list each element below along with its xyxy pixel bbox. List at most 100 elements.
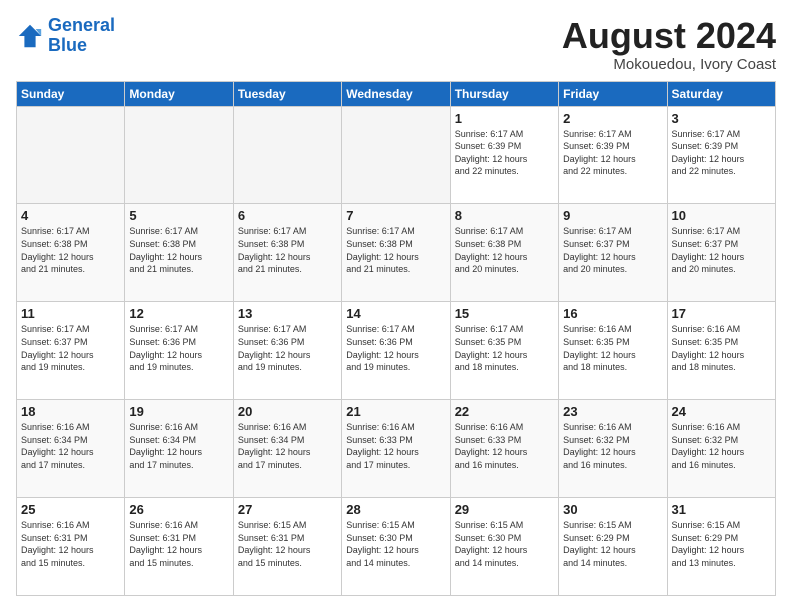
day-info: Sunrise: 6:16 AM Sunset: 6:34 PM Dayligh… [21, 421, 120, 471]
day-number: 23 [563, 404, 662, 419]
day-info: Sunrise: 6:17 AM Sunset: 6:35 PM Dayligh… [455, 323, 554, 373]
day-number: 28 [346, 502, 445, 517]
calendar-cell: 20 Sunrise: 6:16 AM Sunset: 6:34 PM Dayli… [233, 400, 341, 498]
day-info: Sunrise: 6:17 AM Sunset: 6:38 PM Dayligh… [346, 225, 445, 275]
calendar-cell: 3 Sunrise: 6:17 AM Sunset: 6:39 PM Daylig… [667, 106, 775, 204]
calendar-cell: 5 Sunrise: 6:17 AM Sunset: 6:38 PM Daylig… [125, 204, 233, 302]
day-number: 31 [672, 502, 771, 517]
calendar-cell: 21Sunrise: 6:16 AM Sunset: 6:33 PM Dayli… [342, 400, 450, 498]
calendar-cell: 16Sunrise: 6:16 AM Sunset: 6:35 PM Dayli… [559, 302, 667, 400]
calendar-cell: 19 Sunrise: 6:16 AM Sunset: 6:34 PM Dayli… [125, 400, 233, 498]
calendar-cell: 26 Sunrise: 6:16 AM Sunset: 6:31 PM Dayli… [125, 498, 233, 596]
calendar-cell: 10 Sunrise: 6:17 AM Sunset: 6:37 PM Dayli… [667, 204, 775, 302]
col-header-monday: Monday [125, 81, 233, 106]
calendar-week-3: 11 Sunrise: 6:17 AM Sunset: 6:37 PM Dayli… [17, 302, 776, 400]
calendar-cell: 25Sunrise: 6:16 AM Sunset: 6:31 PM Dayli… [17, 498, 125, 596]
logo: General Blue [16, 16, 115, 56]
day-info: Sunrise: 6:17 AM Sunset: 6:39 PM Dayligh… [563, 128, 662, 178]
col-header-wednesday: Wednesday [342, 81, 450, 106]
col-header-saturday: Saturday [667, 81, 775, 106]
calendar-cell: 6 Sunrise: 6:17 AM Sunset: 6:38 PM Daylig… [233, 204, 341, 302]
calendar-cell [233, 106, 341, 204]
calendar-cell: 28 Sunrise: 6:15 AM Sunset: 6:30 PM Dayli… [342, 498, 450, 596]
day-number: 18 [21, 404, 120, 419]
day-number: 30 [563, 502, 662, 517]
day-info: Sunrise: 6:15 AM Sunset: 6:29 PM Dayligh… [672, 519, 771, 569]
day-number: 4 [21, 208, 120, 223]
calendar-week-4: 18 Sunrise: 6:16 AM Sunset: 6:34 PM Dayli… [17, 400, 776, 498]
day-info: Sunrise: 6:16 AM Sunset: 6:33 PM Dayligh… [455, 421, 554, 471]
day-number: 13 [238, 306, 337, 321]
calendar-cell: 1Sunrise: 6:17 AM Sunset: 6:39 PM Daylig… [450, 106, 558, 204]
day-number: 17 [672, 306, 771, 321]
day-number: 20 [238, 404, 337, 419]
day-info: Sunrise: 6:17 AM Sunset: 6:37 PM Dayligh… [21, 323, 120, 373]
day-info: Sunrise: 6:17 AM Sunset: 6:38 PM Dayligh… [21, 225, 120, 275]
logo-icon [16, 22, 44, 50]
calendar-cell: 9Sunrise: 6:17 AM Sunset: 6:37 PM Daylig… [559, 204, 667, 302]
calendar-cell: 24Sunrise: 6:16 AM Sunset: 6:32 PM Dayli… [667, 400, 775, 498]
day-info: Sunrise: 6:17 AM Sunset: 6:38 PM Dayligh… [129, 225, 228, 275]
day-number: 11 [21, 306, 120, 321]
day-number: 24 [672, 404, 771, 419]
day-info: Sunrise: 6:17 AM Sunset: 6:39 PM Dayligh… [672, 128, 771, 178]
calendar-cell: 8 Sunrise: 6:17 AM Sunset: 6:38 PM Daylig… [450, 204, 558, 302]
calendar-cell: 11 Sunrise: 6:17 AM Sunset: 6:37 PM Dayli… [17, 302, 125, 400]
day-info: Sunrise: 6:17 AM Sunset: 6:38 PM Dayligh… [455, 225, 554, 275]
day-number: 26 [129, 502, 228, 517]
calendar-cell [125, 106, 233, 204]
day-number: 2 [563, 111, 662, 126]
day-number: 6 [238, 208, 337, 223]
calendar-cell: 13 Sunrise: 6:17 AM Sunset: 6:36 PM Dayli… [233, 302, 341, 400]
day-info: Sunrise: 6:16 AM Sunset: 6:34 PM Dayligh… [238, 421, 337, 471]
day-number: 19 [129, 404, 228, 419]
calendar-cell [342, 106, 450, 204]
title-block: August 2024 Mokouedou, Ivory Coast [562, 16, 776, 73]
day-info: Sunrise: 6:16 AM Sunset: 6:31 PM Dayligh… [21, 519, 120, 569]
calendar-cell: 12 Sunrise: 6:17 AM Sunset: 6:36 PM Dayli… [125, 302, 233, 400]
day-number: 22 [455, 404, 554, 419]
calendar-cell: 4 Sunrise: 6:17 AM Sunset: 6:38 PM Daylig… [17, 204, 125, 302]
day-info: Sunrise: 6:15 AM Sunset: 6:31 PM Dayligh… [238, 519, 337, 569]
day-info: Sunrise: 6:15 AM Sunset: 6:30 PM Dayligh… [346, 519, 445, 569]
col-header-sunday: Sunday [17, 81, 125, 106]
day-number: 12 [129, 306, 228, 321]
day-info: Sunrise: 6:17 AM Sunset: 6:37 PM Dayligh… [672, 225, 771, 275]
calendar-cell: 23 Sunrise: 6:16 AM Sunset: 6:32 PM Dayli… [559, 400, 667, 498]
calendar-week-2: 4 Sunrise: 6:17 AM Sunset: 6:38 PM Daylig… [17, 204, 776, 302]
calendar-week-5: 25Sunrise: 6:16 AM Sunset: 6:31 PM Dayli… [17, 498, 776, 596]
day-info: Sunrise: 6:17 AM Sunset: 6:36 PM Dayligh… [129, 323, 228, 373]
main-title: August 2024 [562, 16, 776, 56]
day-number: 3 [672, 111, 771, 126]
logo-line1: General [48, 15, 115, 35]
day-number: 1 [455, 111, 554, 126]
calendar-cell: 15 Sunrise: 6:17 AM Sunset: 6:35 PM Dayli… [450, 302, 558, 400]
day-number: 16 [563, 306, 662, 321]
calendar: SundayMondayTuesdayWednesdayThursdayFrid… [16, 81, 776, 596]
calendar-cell: 30Sunrise: 6:15 AM Sunset: 6:29 PM Dayli… [559, 498, 667, 596]
day-info: Sunrise: 6:16 AM Sunset: 6:31 PM Dayligh… [129, 519, 228, 569]
day-number: 7 [346, 208, 445, 223]
day-number: 27 [238, 502, 337, 517]
calendar-cell [17, 106, 125, 204]
day-info: Sunrise: 6:16 AM Sunset: 6:32 PM Dayligh… [563, 421, 662, 471]
calendar-cell: 17 Sunrise: 6:16 AM Sunset: 6:35 PM Dayli… [667, 302, 775, 400]
day-info: Sunrise: 6:17 AM Sunset: 6:36 PM Dayligh… [238, 323, 337, 373]
day-info: Sunrise: 6:16 AM Sunset: 6:34 PM Dayligh… [129, 421, 228, 471]
page: General Blue August 2024 Mokouedou, Ivor… [0, 0, 792, 612]
day-info: Sunrise: 6:16 AM Sunset: 6:35 PM Dayligh… [672, 323, 771, 373]
calendar-cell: 14Sunrise: 6:17 AM Sunset: 6:36 PM Dayli… [342, 302, 450, 400]
calendar-cell: 29Sunrise: 6:15 AM Sunset: 6:30 PM Dayli… [450, 498, 558, 596]
calendar-cell: 31 Sunrise: 6:15 AM Sunset: 6:29 PM Dayli… [667, 498, 775, 596]
day-info: Sunrise: 6:17 AM Sunset: 6:38 PM Dayligh… [238, 225, 337, 275]
day-number: 15 [455, 306, 554, 321]
logo-text: General Blue [48, 16, 115, 56]
calendar-cell: 7 Sunrise: 6:17 AM Sunset: 6:38 PM Daylig… [342, 204, 450, 302]
day-number: 8 [455, 208, 554, 223]
day-info: Sunrise: 6:15 AM Sunset: 6:30 PM Dayligh… [455, 519, 554, 569]
col-header-friday: Friday [559, 81, 667, 106]
col-header-thursday: Thursday [450, 81, 558, 106]
day-number: 5 [129, 208, 228, 223]
day-number: 9 [563, 208, 662, 223]
day-number: 10 [672, 208, 771, 223]
